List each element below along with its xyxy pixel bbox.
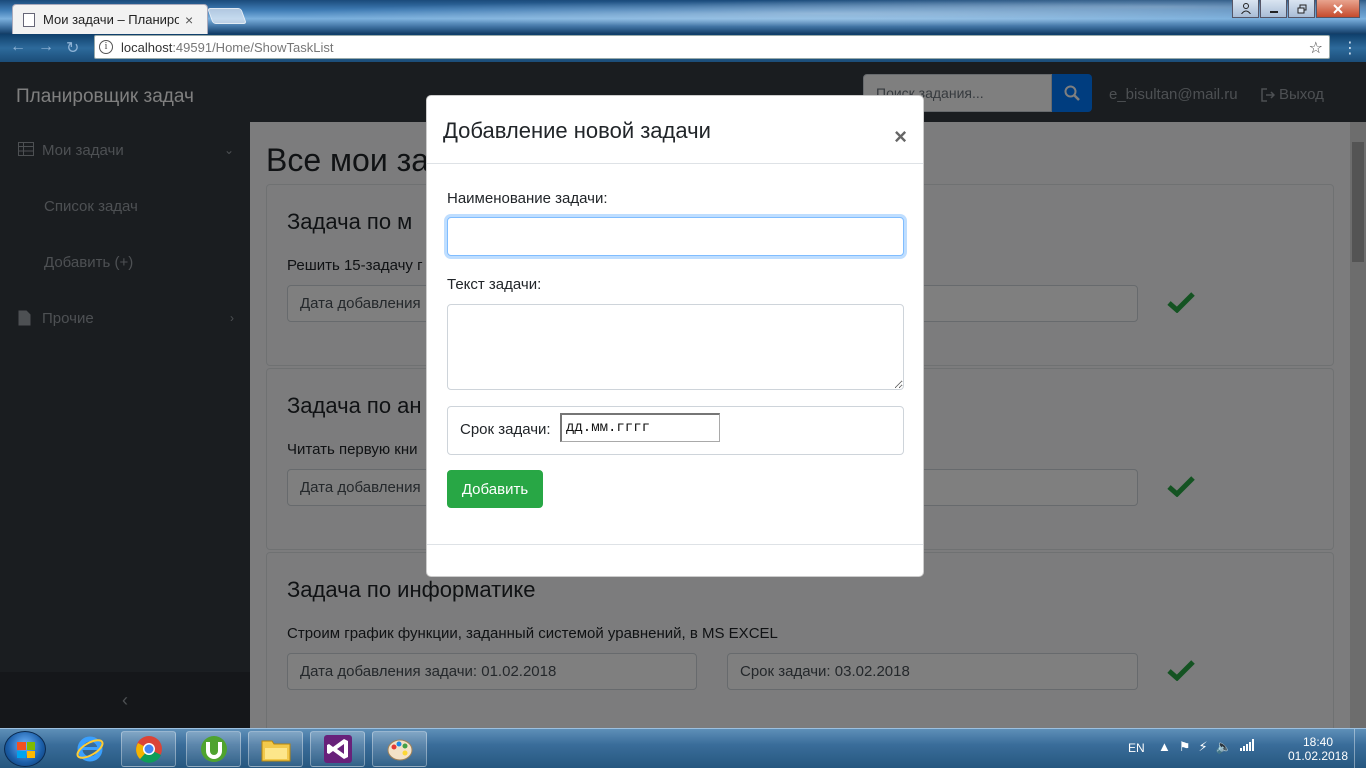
task-text-label: Текст задачи: (447, 276, 542, 293)
tab-title: Мои задачи – Планиров (43, 12, 179, 27)
add-button[interactable]: Добавить (447, 470, 543, 508)
taskbar-visual-studio[interactable] (310, 731, 365, 767)
modal-close-button[interactable]: × (894, 126, 907, 148)
volume-icon[interactable]: 🔈 (1216, 739, 1232, 755)
url-host: localhost (121, 39, 173, 55)
modal-footer (427, 544, 923, 577)
power-icon[interactable]: ⚡ (1199, 739, 1208, 755)
due-date-group: Срок задачи: (447, 406, 904, 455)
task-text-input[interactable] (447, 304, 904, 390)
address-url: localhost:49591/Home/ShowTaskList (121, 40, 333, 55)
due-date-label: Срок задачи: (460, 421, 551, 438)
new-tab-button[interactable] (207, 8, 247, 24)
folder-icon (261, 740, 290, 762)
flag-icon[interactable]: ⚑ (1179, 739, 1191, 755)
task-name-label: Наименование задачи: (447, 190, 608, 207)
language-indicator[interactable]: EN (1128, 741, 1145, 755)
page-favicon-icon (23, 12, 35, 27)
clock-date: 01.02.2018 (1287, 749, 1349, 763)
taskbar-paint[interactable] (372, 731, 427, 767)
forward-arrow-icon[interactable]: → (38, 38, 54, 56)
modal-header: Добавление новой задачи × (427, 96, 923, 164)
clock-time: 18:40 (1302, 735, 1334, 749)
restore-button[interactable] (1288, 0, 1315, 18)
minimize-button[interactable] (1260, 0, 1287, 18)
network-signal-icon[interactable] (1239, 739, 1254, 755)
taskbar-ie[interactable] (62, 731, 117, 767)
task-name-input[interactable] (447, 217, 904, 256)
visual-studio-icon (323, 735, 352, 763)
back-arrow-icon[interactable]: ← (10, 38, 26, 56)
start-button[interactable] (4, 731, 46, 767)
taskbar-utorrent[interactable] (186, 731, 241, 767)
chrome-icon (135, 736, 162, 763)
windows-logo-icon (17, 742, 35, 758)
tray-clock[interactable]: 18:40 01.02.2018 (1286, 735, 1350, 763)
due-date-input[interactable] (560, 413, 720, 442)
url-path: :49591/Home/ShowTaskList (172, 39, 334, 55)
user-profile-button[interactable] (1232, 0, 1259, 18)
tray-expand-icon[interactable]: ▲ (1158, 739, 1171, 755)
close-window-button[interactable] (1316, 0, 1360, 18)
show-desktop-button[interactable] (1354, 729, 1366, 768)
bookmark-star-icon[interactable]: ☆ (1309, 38, 1323, 58)
window-controls (1231, 0, 1360, 18)
taskbar-explorer[interactable] (248, 731, 303, 767)
restore-icon (1297, 4, 1306, 13)
user-icon (1240, 3, 1251, 14)
address-bar[interactable]: i localhost:49591/Home/ShowTaskList ☆ (94, 35, 1330, 59)
tab-close-icon[interactable]: × (185, 12, 193, 28)
close-icon (1333, 3, 1343, 14)
minimize-icon (1269, 10, 1278, 13)
browser-tab[interactable]: Мои задачи – Планиров × (12, 4, 208, 34)
system-tray: ▲ ⚑ ⚡ 🔈 (1158, 739, 1254, 755)
info-icon[interactable]: i (99, 40, 113, 54)
internet-explorer-icon (76, 736, 103, 762)
reload-icon[interactable]: ↻ (66, 38, 79, 58)
paint-icon (387, 739, 412, 761)
utorrent-icon (200, 736, 227, 762)
add-task-modal: Добавление новой задачи × Наименование з… (426, 95, 924, 577)
windows-taskbar: EN ▲ ⚑ ⚡ 🔈 18:40 01.02.2018 (0, 728, 1366, 768)
taskbar-chrome[interactable] (121, 731, 176, 767)
modal-title: Добавление новой задачи (443, 118, 711, 143)
browser-menu-icon[interactable]: ⋮ (1342, 38, 1358, 58)
